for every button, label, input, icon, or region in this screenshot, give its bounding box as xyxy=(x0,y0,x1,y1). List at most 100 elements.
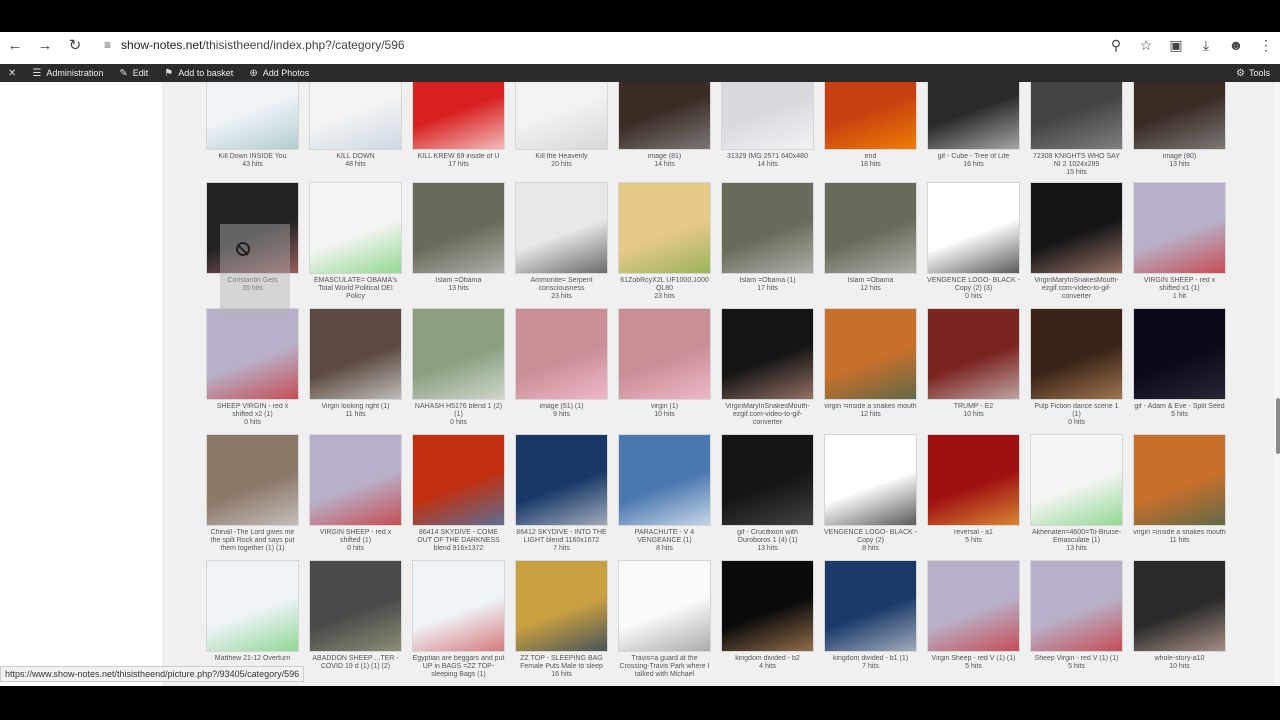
thumbnail-caption[interactable]: 61ZobRcyX2L UF1000,1000 QL80 23 hits xyxy=(618,277,711,301)
thumbnail-image[interactable] xyxy=(824,182,917,274)
thumbnail-image[interactable] xyxy=(515,182,608,274)
thumbnail-item[interactable]: PARACHUTE - V 4 VENGEANCE (1) 8 hits xyxy=(618,434,711,560)
thumbnail-caption[interactable]: Islam =Obama 13 hits xyxy=(412,277,505,301)
thumbnail-item[interactable]: Chinall -The Lord gives me the spilt Roc… xyxy=(206,434,299,560)
thumbnail-item[interactable]: NAHASH H5176 blend 1 (2) (1) 0 hits xyxy=(412,308,505,434)
thumbnail-caption[interactable]: reversal - a1 5 hits xyxy=(927,529,1020,553)
thumbnail-item[interactable]: virgin =inside a snakes mouth 11 hits xyxy=(1133,434,1226,560)
thumbnail-caption[interactable]: Islam =Obama (1) 17 hits xyxy=(721,277,814,301)
thumbnail-title[interactable]: ABADDON SHEEP ...TER - COVID 19 d (1) (1… xyxy=(312,655,398,670)
thumbnail-title[interactable]: end xyxy=(865,153,877,160)
thumbnail-caption[interactable]: virgin =inside a snakes mouth 11 hits xyxy=(1133,529,1226,553)
star-icon[interactable]: ☆ xyxy=(1138,37,1154,54)
thumbnail-caption[interactable]: VirginMaryInSnakesMouth-ezgif.com-video-… xyxy=(1030,277,1123,301)
thumbnail-item[interactable]: KILL DOWN 48 hits xyxy=(309,82,402,184)
thumbnail-item[interactable]: EMASCULATE= OBAMA's Total World Politica… xyxy=(309,182,402,308)
thumbnail-title[interactable]: kingdom divided - b2 xyxy=(735,655,800,662)
zoom-icon[interactable]: ⚲ xyxy=(1108,37,1124,54)
thumbnail-title[interactable]: Akhenaten=4600=To-Bruise-Emasculate (1) xyxy=(1032,529,1121,544)
forward-button[interactable]: → xyxy=(30,32,60,58)
thumbnail-image[interactable] xyxy=(1133,560,1226,652)
thumbnail-title[interactable]: PARACHUTE - V 4 VENGEANCE (1) xyxy=(635,529,694,544)
thumbnail-title[interactable]: Islam =Obama (1) xyxy=(739,277,795,284)
thumbnail-caption[interactable]: Islam =Obama 12 hits xyxy=(824,277,917,301)
thumbnail-caption[interactable]: virgin (1) 10 hits xyxy=(618,403,711,427)
thumbnail-item[interactable]: VIRGIN SHEEP - red x shifted (1) 0 hits xyxy=(309,434,402,560)
thumbnail-item[interactable]: VIRGIN SHEEP - red x shifted x1 (1) 1 hit xyxy=(1133,182,1226,308)
thumbnail-item[interactable]: ABADDON SHEEP ...TER - COVID 19 d (1) (1… xyxy=(309,560,402,686)
thumbnail-title[interactable]: Kill Down INSIDE You xyxy=(218,153,286,160)
thumbnail-image[interactable] xyxy=(309,308,402,400)
thumbnail-image[interactable] xyxy=(927,82,1020,150)
thumbnail-caption[interactable]: 86414 SKYDIVE - COME OUT OF THE DARKNESS… xyxy=(412,529,505,553)
thumbnail-title[interactable]: KILL DOWN xyxy=(336,153,374,160)
thumbnail-image[interactable] xyxy=(721,560,814,652)
thumbnail-title[interactable]: Chinall -The Lord gives me the spilt Roc… xyxy=(211,529,295,552)
thumbnail-title[interactable]: 61ZobRcyX2L UF1000,1000 QL80 xyxy=(620,277,708,292)
thumbnail-item[interactable]: gif - Adam & Eve - Split Seed 5 hits xyxy=(1133,308,1226,434)
thumbnail-image[interactable] xyxy=(206,308,299,400)
thumbnail-title[interactable]: KILL KREW 69 inside of U xyxy=(418,153,500,160)
thumbnail-caption[interactable]: 86412 SKYDIVE - INTO THE LIGHT blend 116… xyxy=(515,529,608,553)
thumbnail-image[interactable] xyxy=(206,82,299,150)
thumbnail-title[interactable]: VIRGIN SHEEP - red x shifted (1) xyxy=(320,529,391,544)
thumbnail-image[interactable] xyxy=(721,308,814,400)
kebab-menu-icon[interactable]: ⋮ xyxy=(1258,37,1274,54)
thumbnail-image[interactable] xyxy=(618,82,711,150)
back-button[interactable]: ← xyxy=(0,32,30,58)
thumbnail-title[interactable]: Virgin Sheep - red V (1) (1) xyxy=(932,655,1016,662)
thumbnail-item[interactable]: VENGENCE LOGO- BLACK - Copy (2) (3) 0 hit… xyxy=(927,182,1020,308)
thumbnail-caption[interactable]: Chinall -The Lord gives me the spilt Roc… xyxy=(206,529,299,553)
thumbnail-item[interactable]: gif - Cube - Tree of Life 16 hits xyxy=(927,82,1020,184)
thumbnail-image[interactable] xyxy=(618,560,711,652)
add-to-basket-link[interactable]: ⚑ Add to basket xyxy=(156,64,241,82)
thumbnail-caption[interactable]: VENGENCE LOGO- BLACK - Copy (2) (3) 0 hit… xyxy=(927,277,1020,301)
thumbnail-image[interactable] xyxy=(721,182,814,274)
thumbnail-image[interactable] xyxy=(927,560,1020,652)
thumbnail-caption[interactable]: Virgin Sheep - red V (1) (1) 5 hits xyxy=(927,655,1020,679)
thumbnail-item[interactable]: 86414 SKYDIVE - COME OUT OF THE DARKNESS… xyxy=(412,434,505,560)
thumbnail-image[interactable] xyxy=(515,82,608,150)
thumbnail-image[interactable] xyxy=(927,308,1020,400)
thumbnail-caption[interactable]: KILL DOWN 48 hits xyxy=(309,153,402,177)
thumbnail-caption[interactable]: SHEEP VIRGIN - red x shifted x2 (1) 0 hit… xyxy=(206,403,299,427)
thumbnail-title[interactable]: VIRGIN SHEEP - red x shifted x1 (1) xyxy=(1144,277,1215,292)
thumbnail-item[interactable]: gif - Crucifixion with Ouroboros 1 (4) (… xyxy=(721,434,814,560)
thumbnail-item[interactable]: Ammonite= Serpent consciousness 23 hits xyxy=(515,182,608,308)
thumbnail-caption[interactable]: TRUMP - E2 10 hits xyxy=(927,403,1020,427)
thumbnail-title[interactable]: whole-story-a10 xyxy=(1155,655,1205,662)
thumbnail-item[interactable]: ZZ TOP - SLEEPING BAG Female Puts Male t… xyxy=(515,560,608,686)
thumbnail-caption[interactable]: Pulp Fiction dance scene 1 (1) 0 hits xyxy=(1030,403,1123,427)
thumbnail-image[interactable] xyxy=(1133,308,1226,400)
thumbnail-image[interactable] xyxy=(412,434,505,526)
thumbnail-title[interactable]: kingdom divided - b1 (1) xyxy=(833,655,908,662)
thumbnail-title[interactable]: Egyptian are beggars and put UP in BAGS … xyxy=(413,655,505,678)
thumbnail-item[interactable]: 86412 SKYDIVE - INTO THE LIGHT blend 116… xyxy=(515,434,608,560)
thumbnail-item[interactable]: Islam =Obama (1) 17 hits xyxy=(721,182,814,308)
thumbnail-image[interactable] xyxy=(206,434,299,526)
thumbnail-title[interactable]: NAHASH H5176 blend 1 (2) (1) xyxy=(415,403,502,418)
thumbnail-item[interactable]: kingdom divided - b1 (1) 7 hits xyxy=(824,560,917,686)
profile-icon[interactable]: ☻ xyxy=(1228,37,1244,53)
thumbnail-image[interactable] xyxy=(412,82,505,150)
thumbnail-caption[interactable]: EMASCULATE= OBAMA's Total World Politica… xyxy=(309,277,402,301)
thumbnail-caption[interactable]: Egyptian are beggars and put UP in BAGS … xyxy=(412,655,505,679)
thumbnail-title[interactable]: 72308 KNIGHTS WHO SAY NI 2 1024x289 xyxy=(1033,153,1120,168)
scrollbar-thumb[interactable] xyxy=(1276,398,1280,454)
thumbnail-caption[interactable]: KILL KREW 69 inside of U 17 hits xyxy=(412,153,505,177)
thumbnail-title[interactable]: EMASCULATE= OBAMA's Total World Politica… xyxy=(314,277,397,300)
thumbnail-item[interactable]: virgin (1) 10 hits xyxy=(618,308,711,434)
thumbnail-caption[interactable]: ZZ TOP - SLEEPING BAG Female Puts Male t… xyxy=(515,655,608,679)
close-button[interactable]: ✕ xyxy=(0,64,24,82)
thumbnail-caption[interactable]: image (81) 14 hits xyxy=(618,153,711,177)
thumbnail-item[interactable]: kingdom divided - b2 4 hits xyxy=(721,560,814,686)
thumbnail-title[interactable]: Kill the Heavenly xyxy=(535,153,587,160)
thumbnail-title[interactable]: Ammonite= Serpent consciousness xyxy=(530,277,592,292)
thumbnail-image[interactable] xyxy=(1030,434,1123,526)
thumbnail-item[interactable]: image (51) (1) 9 hits xyxy=(515,308,608,434)
thumbnail-item[interactable]: Akhenaten=4600=To-Bruise-Emasculate (1) 1… xyxy=(1030,434,1123,560)
thumbnail-item[interactable]: Islam =Obama 13 hits xyxy=(412,182,505,308)
thumbnail-caption[interactable]: Kill Down INSIDE You 43 hits xyxy=(206,153,299,177)
scrollbar[interactable] xyxy=(1274,82,1280,686)
thumbnail-item[interactable]: SHEEP VIRGIN - red x shifted x2 (1) 0 hit… xyxy=(206,308,299,434)
